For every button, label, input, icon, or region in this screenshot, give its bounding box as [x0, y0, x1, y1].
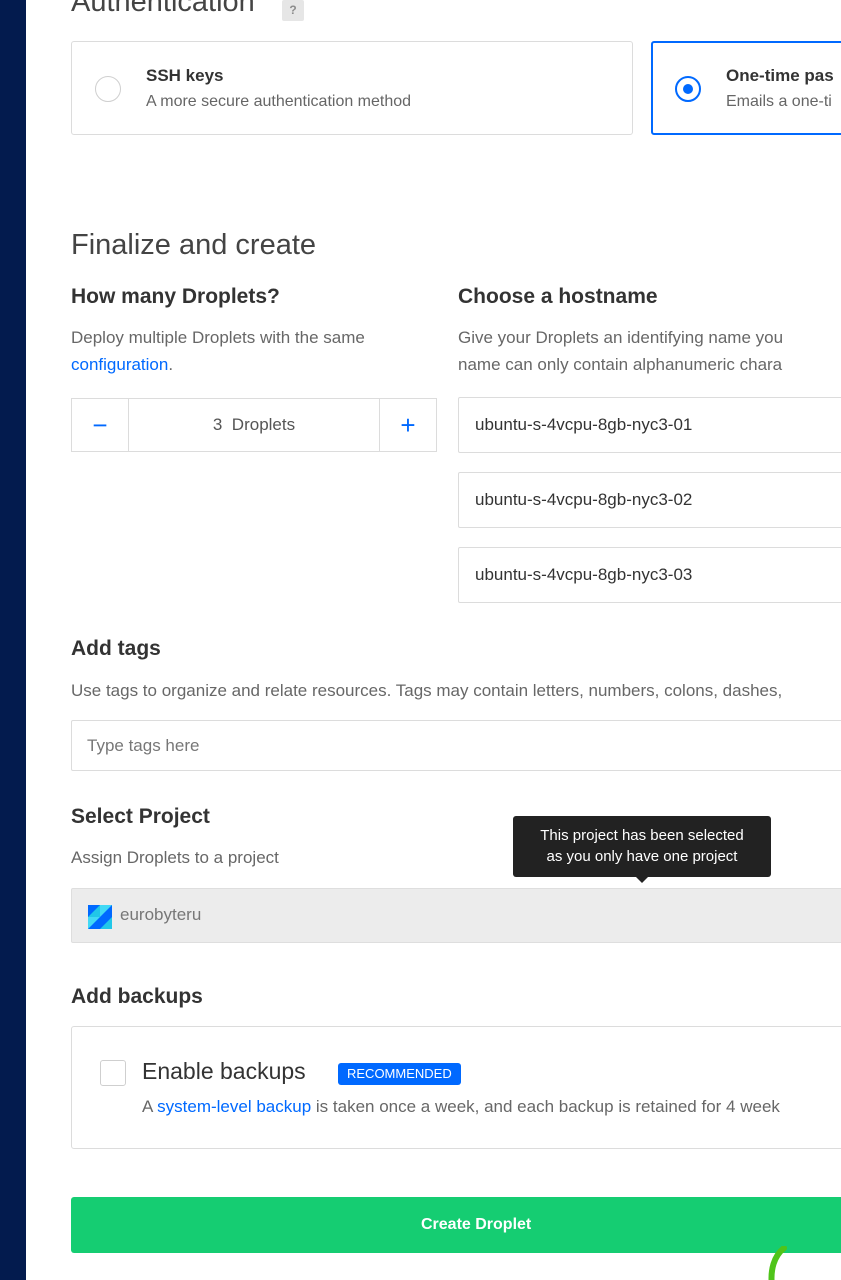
increment-button[interactable]: +: [379, 399, 436, 451]
hostname-desc-line1: Give your Droplets an identifying name y…: [458, 328, 784, 347]
create-droplet-button[interactable]: Create Droplet: [71, 1197, 841, 1253]
project-tooltip: This project has been selected as you on…: [513, 816, 771, 877]
finalize-title: Finalize and create: [71, 229, 317, 261]
tags-heading: Add tags: [71, 637, 161, 660]
auth-option-one-time-password[interactable]: One-time pas Emails a one-ti: [651, 41, 841, 135]
one-time-password-title: One-time pas: [726, 66, 834, 85]
droplet-count-heading: How many Droplets?: [71, 285, 280, 308]
ssh-keys-title: SSH keys: [146, 66, 224, 85]
project-select[interactable]: eurobyteru: [71, 888, 841, 943]
ssh-keys-description: A more secure authentication method: [146, 93, 412, 110]
hostname-heading: Choose a hostname: [458, 285, 658, 308]
system-level-backup-link[interactable]: system-level backup: [157, 1097, 311, 1116]
droplet-count-desc-end: .: [168, 355, 174, 374]
one-time-password-description: Emails a one-ti: [726, 93, 832, 110]
droplet-count-value: 3 Droplets: [129, 399, 379, 451]
droplet-quantity-stepper: − 3 Droplets +: [71, 398, 437, 452]
authentication-title: Authentication: [71, 0, 255, 18]
hostname-input-1[interactable]: ubuntu-s-4vcpu-8gb-nyc3-01: [458, 397, 841, 453]
ssh-keys-radio[interactable]: [95, 76, 121, 102]
decrement-button[interactable]: −: [72, 399, 129, 451]
tooltip-line1: This project has been selected: [540, 827, 744, 844]
tooltip-arrow: [635, 876, 649, 883]
enable-backups-checkbox[interactable]: [100, 1060, 126, 1086]
droplet-count-number: 3: [212, 415, 223, 434]
hostname-input-2[interactable]: ubuntu-s-4vcpu-8gb-nyc3-02: [458, 472, 841, 528]
tags-description: Use tags to organize and relate resource…: [71, 681, 783, 700]
droplet-count-description: Deploy multiple Droplets with the same c…: [71, 324, 421, 378]
backups-desc-end: is taken once a week, and each backup is…: [315, 1097, 780, 1116]
selected-project-name: eurobyteru: [120, 905, 202, 924]
auth-option-ssh-keys[interactable]: SSH keys A more secure authentication me…: [71, 41, 633, 135]
droplet-count-unit: Droplets: [231, 415, 296, 434]
help-icon[interactable]: ?: [282, 0, 304, 21]
tags-input[interactable]: Type tags here: [71, 720, 841, 771]
backups-desc-start: A: [142, 1097, 153, 1116]
project-icon: [88, 905, 112, 929]
project-heading: Select Project: [71, 805, 210, 828]
enable-backups-label[interactable]: Enable backups: [142, 1058, 306, 1085]
one-time-password-radio[interactable]: [675, 76, 701, 102]
tooltip-line2: as you only have one project: [546, 848, 738, 865]
left-sidebar: [0, 0, 26, 1280]
hostname-input-3[interactable]: ubuntu-s-4vcpu-8gb-nyc3-03: [458, 547, 841, 603]
configuration-link[interactable]: configuration: [71, 355, 168, 374]
hostname-desc-line2: name can only contain alphanumeric chara: [458, 355, 783, 374]
backups-description: A system-level backup is taken once a we…: [142, 1097, 780, 1117]
recommended-badge: RECOMMENDED: [338, 1063, 461, 1085]
backups-heading: Add backups: [71, 985, 203, 1008]
pen-stroke-mark: [768, 1246, 787, 1280]
project-description: Assign Droplets to a project: [71, 848, 279, 867]
hostname-description: Give your Droplets an identifying name y…: [458, 324, 783, 378]
backups-card[interactable]: Enable backups RECOMMENDED A system-leve…: [71, 1026, 841, 1149]
create-droplet-form: Authentication ? SSH keys A more secure …: [26, 0, 841, 1280]
droplet-count-desc-text: Deploy multiple Droplets with the same: [71, 328, 365, 347]
